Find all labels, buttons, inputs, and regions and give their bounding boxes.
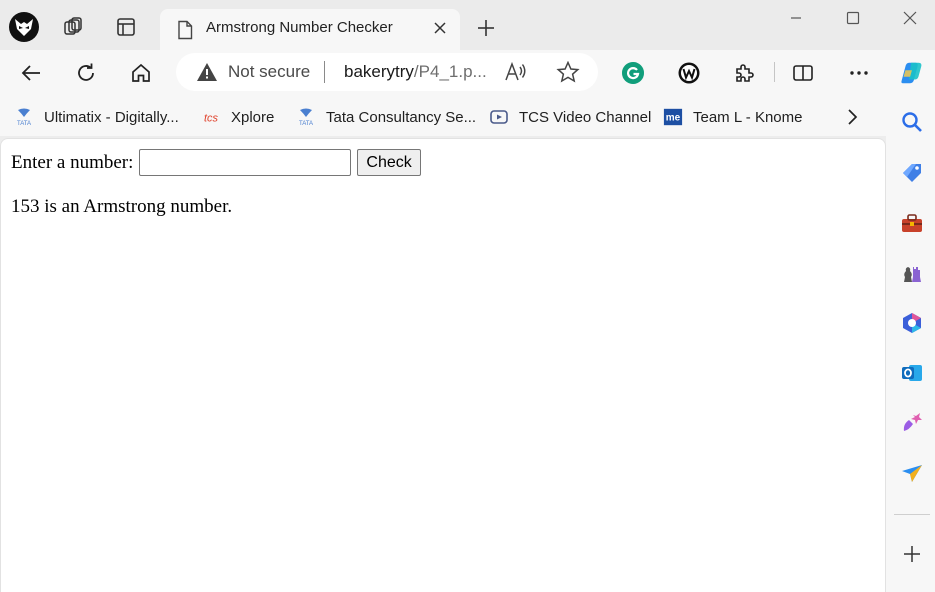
tab-active[interactable]: Armstrong Number Checker [160,9,460,50]
outlook-icon [902,365,922,381]
url-text[interactable]: bakerytry/P4_1.p... [344,62,487,82]
close-tab-icon[interactable] [432,20,448,36]
w-extension-icon [678,62,700,84]
address-divider [324,61,325,83]
chevron-right-icon[interactable] [842,107,862,127]
new-tab-icon[interactable] [474,16,498,40]
toolbar: Not secure bakerytry/P4_1.p... [0,50,935,98]
close-icon [903,11,917,25]
home-button[interactable] [128,60,154,86]
number-label: Enter a number: [11,151,134,173]
maximize-button[interactable] [843,8,863,28]
close-window-button[interactable] [900,8,920,28]
workspaces-icon[interactable] [62,16,84,38]
minimize-icon [791,17,801,19]
bookmark-tcs-video[interactable]: TCS Video Channel [489,106,651,128]
sidebar-divider [894,514,930,515]
edge-sidebar [886,98,935,592]
sidebar-send-button[interactable] [900,461,924,485]
check-button[interactable]: Check [357,149,421,176]
paper-plane-icon [902,465,922,482]
copilot-icon [901,62,922,84]
page-icon [178,20,193,40]
shopping-tag-icon [903,164,921,182]
puzzle-icon [736,64,754,82]
sidebar-shopping-button[interactable] [900,161,924,185]
sidebar-outlook-button[interactable] [900,361,924,385]
video-icon [489,108,509,126]
toolbox-icon [902,214,922,232]
url-host: bakerytry [344,62,414,81]
me-icon: me [663,108,683,126]
tab-title: Armstrong Number Checker [206,19,393,36]
security-label[interactable]: Not secure [228,62,310,82]
sidebar-designer-button[interactable] [900,411,924,435]
extensions-button[interactable] [731,60,757,86]
home-icon [132,63,150,82]
favorite-star-icon[interactable] [556,61,580,83]
sidebar-tools-button[interactable] [900,211,924,235]
back-arrow-icon [21,65,40,81]
bookmark-ultimatix[interactable]: TATA Ultimatix - Digitally... [14,106,179,128]
page-content: Enter a number: Check 153 is an Armstron… [0,138,886,592]
url-path: /P4_1.p... [413,62,487,81]
split-screen-icon [793,65,813,81]
bookmark-tata-consultancy[interactable]: TATA Tata Consultancy Se... [296,106,476,128]
result-message: 153 is an Armstrong number. [11,196,233,217]
warning-icon[interactable] [196,62,218,82]
more-dots-icon [850,71,868,75]
bookmark-label: Team L - Knome [693,108,803,126]
plus-icon [904,546,920,562]
bookmark-team-knome[interactable]: me Team L - Knome [663,106,803,128]
more-menu-button[interactable] [846,60,872,86]
bookmark-label: Xplore [231,108,275,126]
bookmark-xplore[interactable]: tcs Xplore [201,106,274,128]
address-bar[interactable]: Not secure bakerytry/P4_1.p... [176,53,598,91]
w-extension-button[interactable] [676,60,702,86]
m365-icon [903,313,921,333]
sidebar-m365-button[interactable] [900,311,924,335]
profile-mask-icon [15,19,33,36]
svg-text:TATA: TATA [17,121,31,126]
profile-avatar[interactable] [9,12,39,42]
grammarly-button[interactable] [620,60,646,86]
toolbar-divider [774,62,775,82]
number-form: Enter a number: Check [11,149,421,176]
refresh-icon [78,63,94,81]
tcs-icon: tcs [201,108,221,126]
maximize-icon [846,11,860,25]
read-aloud-icon[interactable] [504,61,528,83]
bookmarks-bar: TATA Ultimatix - Digitally... tcs Xplore… [0,98,935,136]
chess-pieces-icon [904,267,921,282]
grammarly-icon [622,62,644,84]
tata-icon: TATA [14,108,34,126]
sidebar-add-button[interactable] [900,542,924,566]
back-button[interactable] [18,60,44,86]
copilot-button[interactable] [898,60,924,86]
tab-strip: Armstrong Number Checker [0,0,935,50]
svg-text:tcs: tcs [204,113,218,125]
search-icon [902,112,922,132]
vertical-tabs-icon[interactable] [115,16,137,38]
designer-wand-icon [903,413,922,431]
tata-icon: TATA [296,108,316,126]
bookmark-label: Tata Consultancy Se... [326,108,477,126]
sidebar-search-button[interactable] [900,110,924,134]
bookmark-label: Ultimatix - Digitally... [44,108,179,126]
svg-text:TATA: TATA [299,121,313,126]
sidebar-games-button[interactable] [900,261,924,285]
number-input[interactable] [139,149,352,176]
refresh-button[interactable] [73,60,99,86]
minimize-button[interactable] [786,8,806,28]
split-screen-button[interactable] [790,60,816,86]
bookmark-label: TCS Video Channel [519,108,652,126]
svg-text:me: me [666,113,681,124]
